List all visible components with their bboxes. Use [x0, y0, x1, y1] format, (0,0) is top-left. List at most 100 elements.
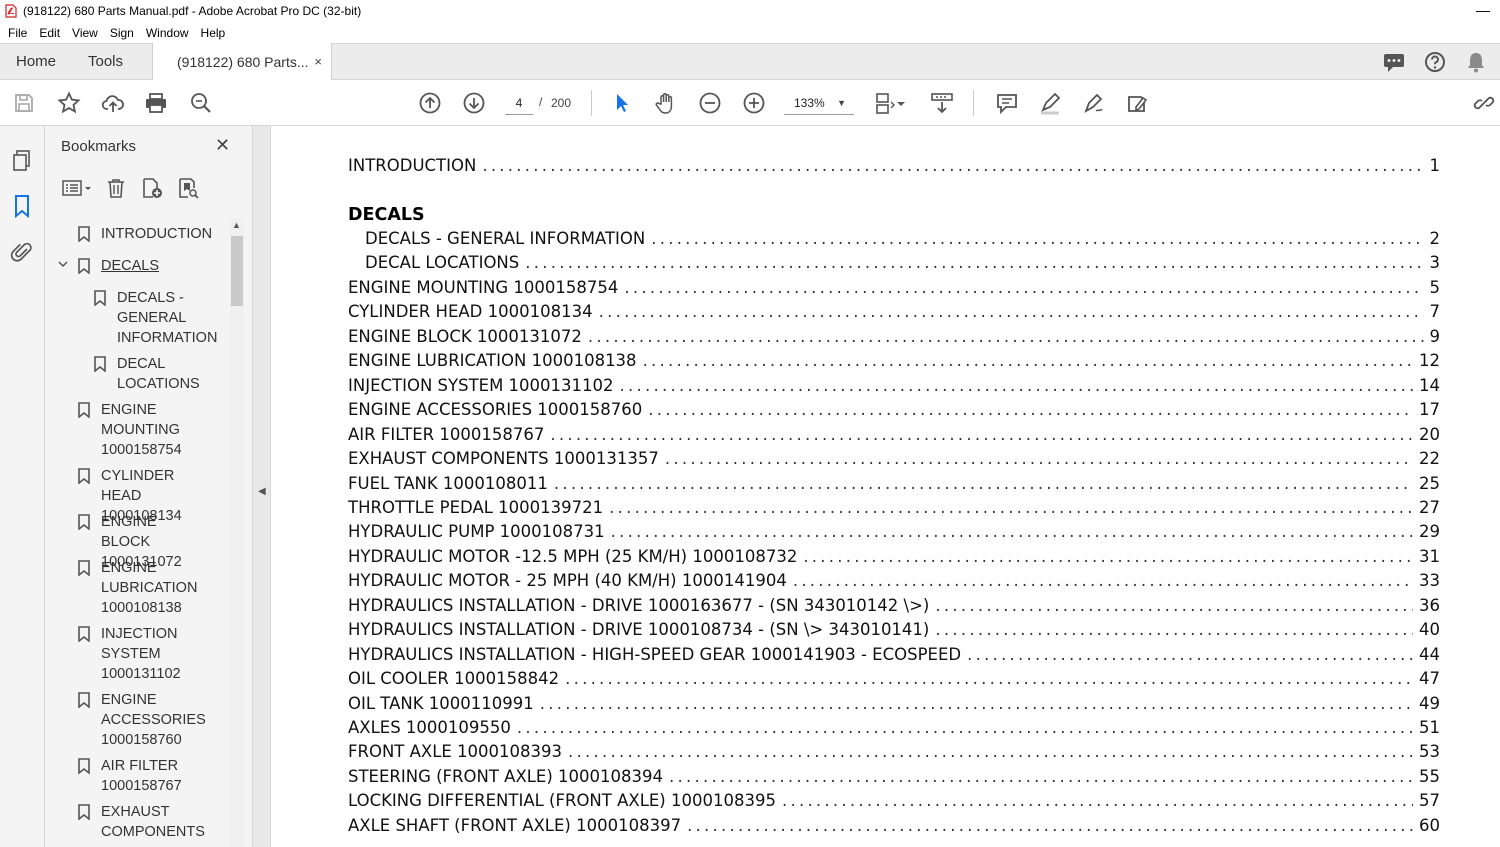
menu-view[interactable]: View [66, 26, 104, 40]
hand-tool-icon[interactable] [654, 91, 678, 115]
delete-bookmark-trash-icon[interactable] [104, 176, 128, 200]
toc-page-number: 60 [1419, 815, 1440, 835]
toc-entry[interactable]: LOCKING DIFFERENTIAL (FRONT AXLE) 100010… [348, 791, 1440, 815]
upload-cloud-icon[interactable] [101, 91, 125, 115]
print-icon[interactable] [144, 91, 168, 115]
page-separator: / [539, 95, 543, 109]
toc-leader-dots [609, 498, 1413, 517]
bookmarks-scrollbar[interactable]: ▲ [230, 218, 244, 847]
share-link-icon[interactable] [1472, 91, 1496, 115]
search-zoom-icon[interactable] [189, 91, 213, 115]
toc-entry-title: FUEL TANK 1000108011 [348, 473, 548, 493]
add-comment-icon[interactable] [995, 91, 1019, 115]
panel-splitter[interactable]: ◀ [252, 126, 271, 847]
bookmark-options-icon[interactable] [60, 176, 91, 200]
toc-entry[interactable]: OIL TANK 1000110991 49 [348, 694, 1440, 718]
toc-entry[interactable]: HYDRAULICS INSTALLATION - DRIVE 10001636… [348, 596, 1440, 620]
toc-entry[interactable]: HYDRAULICS INSTALLATION - HIGH-SPEED GEA… [348, 645, 1440, 669]
menu-file[interactable]: File [2, 26, 33, 40]
chevron-down-icon[interactable] [57, 258, 69, 273]
toc-leader-dots [782, 791, 1413, 810]
toc-entry[interactable]: ENGINE MOUNTING 1000158754 5 [348, 278, 1440, 302]
menu-window[interactable]: Window [140, 26, 195, 40]
toc-leader-dots [624, 278, 1423, 297]
toc-entry[interactable]: AXLE SHAFT (FRONT AXLE) 1000108397 60 [348, 816, 1440, 840]
zoom-level-select[interactable]: 133% ▼ [784, 91, 854, 115]
toc-entry[interactable]: AIR FILTER 1000158767 20 [348, 425, 1440, 449]
zoom-out-icon[interactable] [698, 91, 722, 115]
toc-entry[interactable]: FRONT AXLE 1000108393 53 [348, 742, 1440, 766]
toc-entry[interactable]: EXHAUST COMPONENTS 1000131357 22 [348, 449, 1440, 473]
bookmark-flag-icon [78, 258, 90, 274]
tab-home[interactable]: Home [16, 53, 56, 70]
highlight-pen-icon[interactable] [1038, 91, 1062, 115]
toc-page-number: 57 [1419, 791, 1440, 811]
bookmarks-panel-title: Bookmarks [61, 138, 137, 155]
toc-entry-title: AXLE SHAFT (FRONT AXLE) 1000108397 [348, 815, 682, 835]
toc-entry-title: DECALS - GENERAL INFORMATION [365, 229, 646, 248]
toc-entry[interactable]: CYLINDER HEAD 1000108134 7 [348, 302, 1440, 326]
notification-bell-icon[interactable] [1464, 51, 1488, 73]
close-tab-icon[interactable]: × [314, 54, 322, 69]
comment-icon[interactable] [1382, 51, 1406, 73]
toc-page-number: 22 [1419, 449, 1440, 469]
toc-entry[interactable]: HYDRAULIC MOTOR - 25 MPH (40 KM/H) 10001… [348, 571, 1440, 595]
tab-tools[interactable]: Tools [88, 53, 123, 70]
toc-entry[interactable]: AXLES 1000109550 51 [348, 718, 1440, 742]
page-thumbnails-icon[interactable] [10, 148, 34, 172]
toc-page-number: 2 [1429, 229, 1441, 248]
toc-leader-dots [935, 596, 1413, 615]
toc-leader-dots [665, 449, 1413, 468]
toc-entry[interactable]: THROTTLE PEDAL 1000139721 27 [348, 498, 1440, 522]
toc-entry[interactable]: INJECTION SYSTEM 1000131102 14 [348, 376, 1440, 400]
tab-document[interactable]: (918122) 680 Parts... × [152, 43, 332, 81]
tab-bar: Home Tools (918122) 680 Parts... × [0, 43, 1500, 81]
menu-help[interactable]: Help [195, 26, 232, 40]
document-view[interactable]: INTRODUCTION 1 DECALS DECALS - GENERAL I… [271, 126, 1500, 847]
toc-entry-title: ENGINE LUBRICATION 1000108138 [348, 351, 637, 371]
sign-pen-icon[interactable] [1082, 91, 1106, 115]
toc-entry[interactable]: HYDRAULIC MOTOR -12.5 MPH (25 KM/H) 1000… [348, 547, 1440, 571]
help-icon[interactable] [1423, 51, 1447, 73]
toc-page-number: 40 [1419, 620, 1440, 640]
toc-entry[interactable]: STEERING (FRONT AXLE) 1000108394 55 [348, 767, 1440, 791]
toc-entry-introduction[interactable]: INTRODUCTION 1 [348, 156, 1440, 180]
menu-edit[interactable]: Edit [33, 26, 66, 40]
close-panel-icon[interactable]: ✕ [215, 135, 230, 156]
page-display-dropdown-icon[interactable] [895, 91, 907, 115]
scroll-mode-icon[interactable] [930, 91, 954, 115]
find-bookmark-icon[interactable] [176, 176, 200, 200]
current-page-input[interactable]: 4 [505, 91, 533, 115]
bookmark-flag-icon [78, 626, 90, 642]
toc-entry[interactable]: DECALS - GENERAL INFORMATION 2 [365, 229, 1440, 253]
toc-entry[interactable]: ENGINE ACCESSORIES 1000158760 17 [348, 400, 1440, 424]
toc-entry[interactable]: DECAL LOCATIONS 3 [365, 253, 1440, 277]
collapse-panel-arrow-icon[interactable]: ◀ [258, 486, 266, 497]
bookmark-icon[interactable] [10, 194, 34, 219]
attachment-paperclip-icon[interactable] [10, 240, 34, 264]
menu-sign[interactable]: Sign [104, 26, 140, 40]
minimize-icon[interactable]: — [1476, 2, 1490, 18]
toc-entry[interactable]: HYDRAULIC PUMP 1000108731 29 [348, 522, 1440, 546]
toc-leader-dots [588, 327, 1424, 346]
toc-entry-title: HYDRAULIC PUMP 1000108731 [348, 522, 605, 542]
select-cursor-icon[interactable] [610, 91, 634, 115]
next-page-icon[interactable] [462, 91, 486, 115]
toc-entry-title: HYDRAULIC MOTOR - 25 MPH (40 KM/H) 10001… [348, 571, 787, 591]
toc-leader-dots [687, 816, 1413, 835]
star-icon[interactable] [57, 91, 81, 115]
save-icon[interactable] [12, 91, 36, 115]
scrollbar-thumb[interactable] [231, 236, 243, 306]
toc-entry[interactable]: ENGINE BLOCK 1000131072 9 [348, 327, 1440, 351]
scroll-up-arrow-icon[interactable]: ▲ [232, 220, 241, 230]
zoom-in-icon[interactable] [742, 91, 766, 115]
toc-entry-title: ENGINE MOUNTING 1000158754 [348, 277, 619, 297]
toc-entry[interactable]: ENGINE LUBRICATION 1000108138 12 [348, 351, 1440, 375]
toc-entry[interactable]: HYDRAULICS INSTALLATION - DRIVE 10001087… [348, 620, 1440, 644]
toc-page-number: 44 [1419, 644, 1440, 664]
previous-page-icon[interactable] [418, 91, 442, 115]
toc-entry[interactable]: FUEL TANK 1000108011 25 [348, 474, 1440, 498]
new-bookmark-icon[interactable] [140, 176, 164, 200]
toc-entry[interactable]: OIL COOLER 1000158842 47 [348, 669, 1440, 693]
fill-sign-icon[interactable] [1126, 91, 1150, 115]
